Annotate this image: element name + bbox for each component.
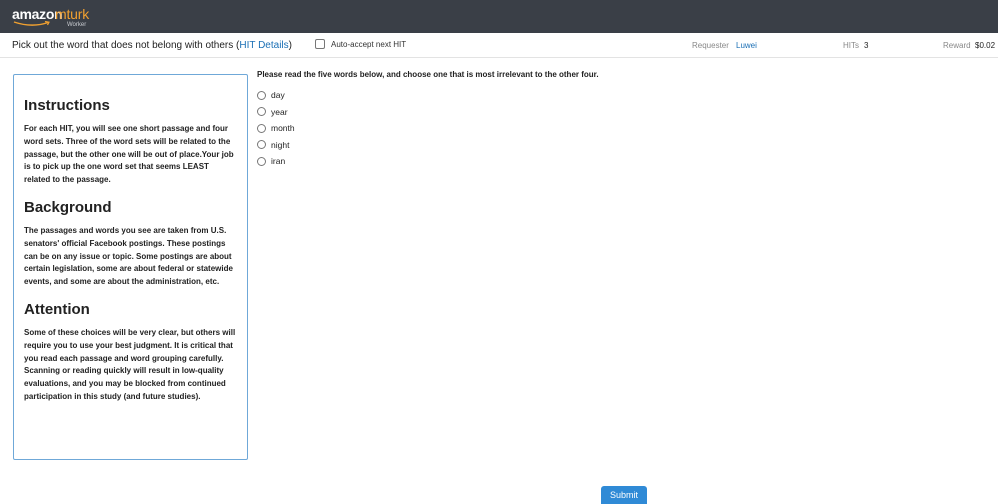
radio-button[interactable] [257,156,266,166]
top-navigation-bar: amazon mturk Worker [0,0,998,33]
radio-button[interactable] [257,90,266,100]
radio-button[interactable] [257,123,266,133]
option-label: iran [271,156,286,167]
reward-value: $0.02 [975,41,996,50]
option-year[interactable]: year [257,104,295,121]
hit-title-text: Pick out the word that does not belong w… [12,40,240,51]
option-label: day [271,90,285,101]
attention-heading: Attention [24,300,90,318]
submit-button[interactable]: Submit [601,486,647,504]
task-prompt: Please read the five words below, and ch… [257,70,599,79]
mturk-logo[interactable]: amazon mturk Worker [12,6,102,30]
instructions-text: For each HIT, you will see one short pas… [24,124,234,185]
requester-label: Requester [692,41,729,50]
radio-button[interactable] [257,107,266,117]
option-day[interactable]: day [257,87,295,104]
option-label: year [271,106,288,117]
auto-accept-label: Auto-accept next HIT [331,39,407,49]
hits-label: HITs [843,41,859,50]
amazon-smile-icon [13,21,50,26]
word-options: day year month night iran [257,87,295,170]
option-label: night [271,139,290,150]
option-night[interactable]: night [257,137,295,154]
hit-title: Pick out the word that does not belong w… [12,40,292,51]
logo-mturk-text: mturk [55,6,90,22]
instructions-panel: Instructions For each HIT, you will see … [13,74,248,460]
radio-button[interactable] [257,140,266,150]
instructions-heading: Instructions [24,97,110,114]
option-iran[interactable]: iran [257,153,295,170]
logo-worker-caption: Worker [67,22,87,28]
hits-value: 3 [864,41,869,50]
option-month[interactable]: month [257,120,295,137]
background-text: The passages and words you see are taken… [24,225,233,287]
requester-link[interactable]: Luwei [736,41,757,50]
attention-text: Some of these choices will be very clear… [24,327,236,401]
auto-accept-checkbox[interactable] [315,39,325,49]
option-label: month [271,123,295,134]
reward-label: Reward [943,41,971,50]
hit-title-end: ) [288,40,292,51]
background-heading: Background [24,198,112,216]
hit-info-bar: Pick out the word that does not belong w… [0,33,998,58]
hit-details-link[interactable]: HIT Details [239,40,288,51]
auto-accept-toggle[interactable]: Auto-accept next HIT [315,39,406,49]
